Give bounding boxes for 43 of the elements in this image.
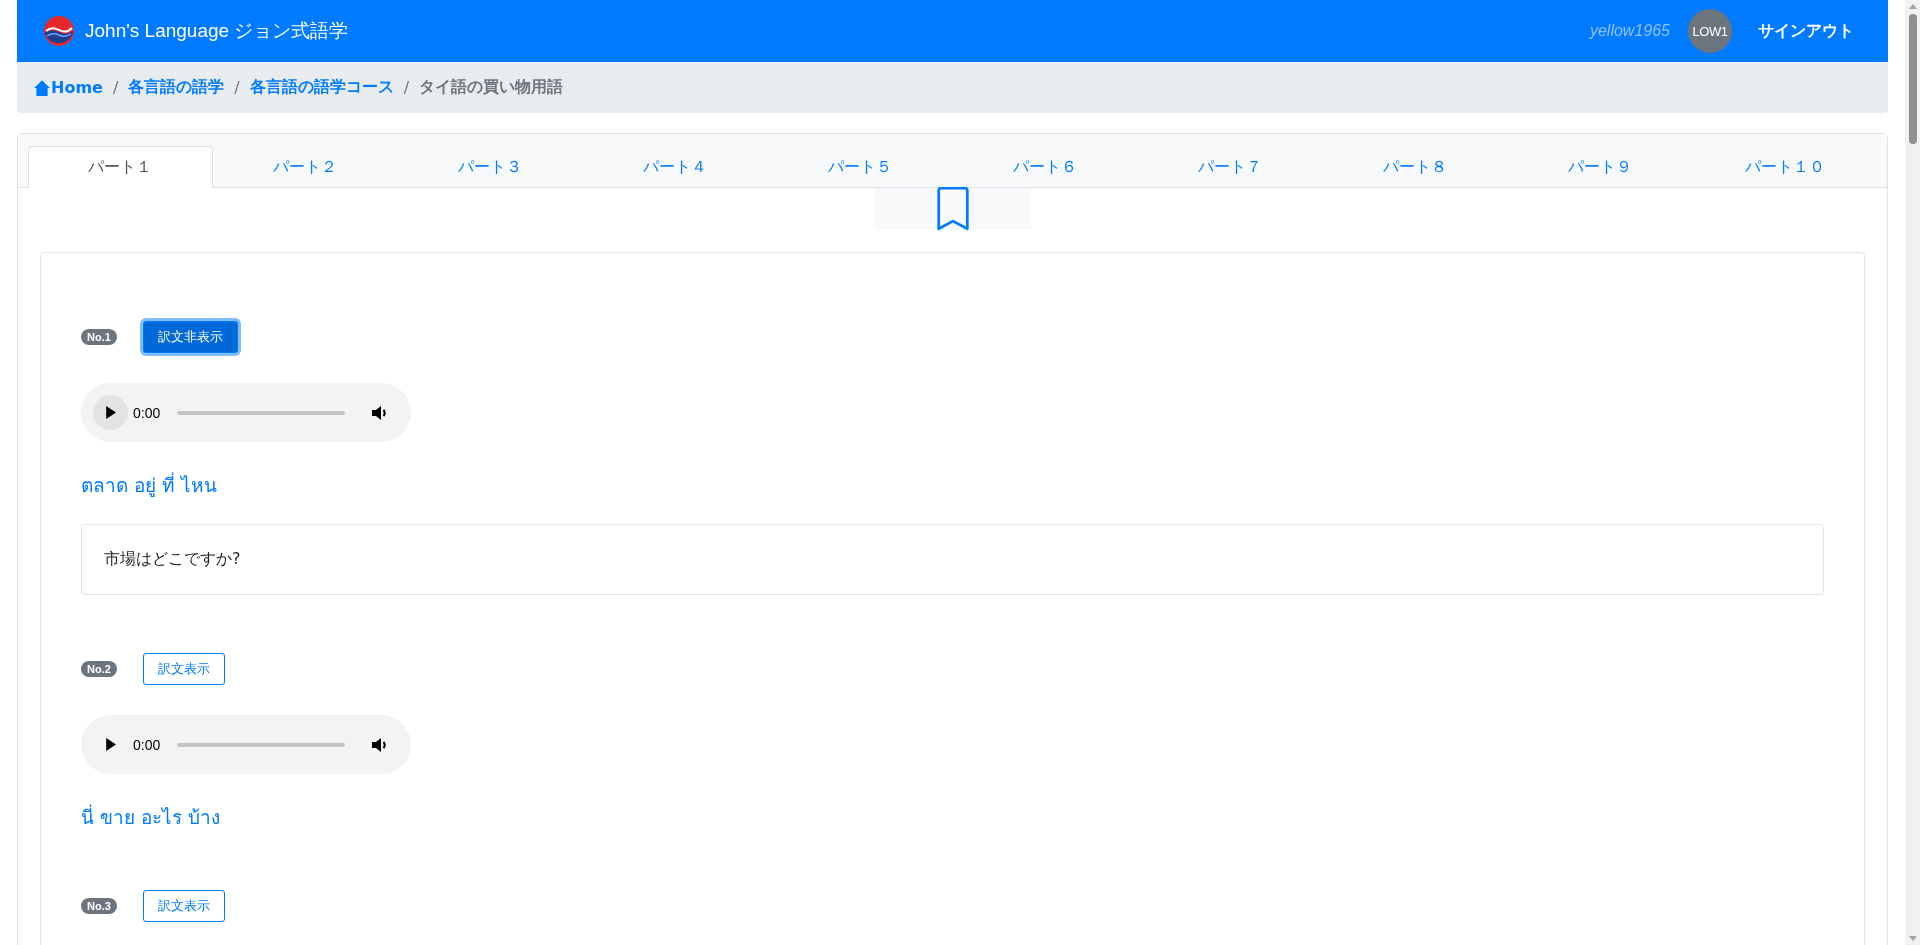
bookmark-icon — [935, 187, 970, 231]
thai-phrase: นี่ ขาย อะไร บ้าง — [81, 803, 222, 830]
play-icon — [105, 738, 116, 751]
audio-time: 0:00 — [133, 736, 161, 753]
breadcrumb-separator: / — [234, 78, 240, 97]
part-tab[interactable]: パート１０ — [1692, 146, 1878, 188]
translation-toggle-button[interactable]: 訳文表示 — [142, 653, 225, 685]
part-tab[interactable]: パート９ — [1507, 146, 1693, 188]
thai-phrase: ตลาด อยู่ ที่ ไหน — [81, 471, 219, 499]
translation-toggle-button[interactable]: 訳文非表示 — [142, 321, 238, 353]
part-tab[interactable]: パート８ — [1322, 146, 1508, 188]
phrase-number: No.3 — [81, 898, 117, 914]
play-icon — [105, 406, 116, 419]
part-tab[interactable]: パート２ — [212, 146, 398, 188]
play-button[interactable] — [93, 395, 128, 430]
home-icon[interactable] — [33, 78, 51, 97]
breadcrumb-link[interactable]: Home — [51, 78, 103, 97]
part-tab[interactable]: パート１ — [28, 146, 213, 188]
bookmark-button[interactable] — [874, 188, 1031, 230]
brand-link[interactable]: John's Language ジョン式語学 — [85, 18, 349, 44]
part-tab[interactable]: パート４ — [582, 146, 768, 188]
breadcrumb-link[interactable]: 各言語の語学コース — [249, 77, 394, 98]
user-avatar[interactable]: LOW1 — [1688, 9, 1732, 53]
translation-toggle-button[interactable]: 訳文表示 — [142, 890, 225, 922]
breadcrumb-current-page: タイ語の買い物用語 — [419, 77, 564, 98]
audio-time: 0:00 — [133, 404, 161, 421]
scroll-down-icon[interactable] — [1908, 936, 1917, 941]
part-tab[interactable]: パート５ — [767, 146, 953, 188]
scroll-up-icon[interactable] — [1908, 4, 1917, 9]
part-tab[interactable]: パート３ — [397, 146, 583, 188]
scrollbar-thumb[interactable] — [1908, 14, 1917, 144]
breadcrumb-link[interactable]: 各言語の語学 — [128, 77, 225, 98]
username: yellow1965 — [1589, 22, 1670, 40]
scrollbar[interactable] — [1905, 0, 1920, 945]
phrase-number: No.1 — [81, 329, 117, 345]
logo-icon[interactable] — [43, 15, 75, 47]
translation-box: 市場はどこですか? — [81, 524, 1824, 595]
breadcrumb-separator: / — [403, 78, 410, 97]
part-tab[interactable]: パート６ — [952, 146, 1138, 188]
breadcrumb-separator: / — [112, 78, 119, 97]
part-tab[interactable]: パート７ — [1137, 146, 1323, 188]
phrase-number: No.2 — [81, 661, 117, 677]
signout-link[interactable]: サインアウト — [1758, 20, 1854, 42]
